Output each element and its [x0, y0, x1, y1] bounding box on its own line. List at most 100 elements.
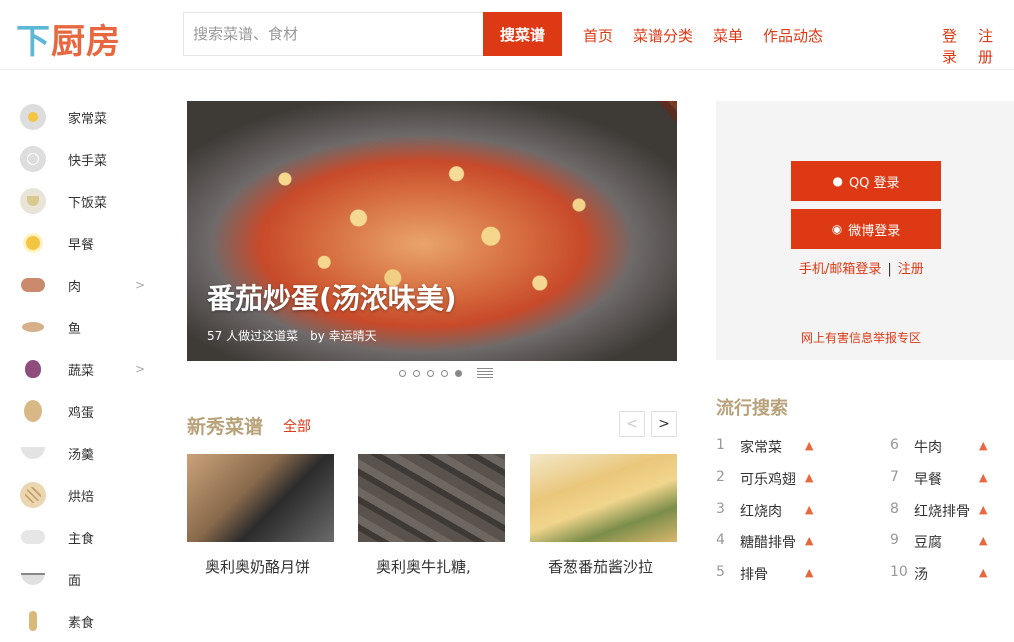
- sidebar-item-soup[interactable]: 汤羹: [0, 432, 160, 474]
- prev-arrow-button[interactable]: <: [619, 411, 645, 437]
- hero-title[interactable]: 番茄炒蛋(汤浓味美): [207, 277, 457, 317]
- trending-item[interactable]: 10 汤 ▲: [890, 564, 1000, 588]
- qq-login-label: QQ 登录: [848, 175, 900, 191]
- recipe-thumbnail[interactable]: [530, 454, 677, 542]
- weibo-icon: ◉: [831, 222, 843, 236]
- sidebar-item-label: 蔬菜: [68, 363, 95, 379]
- weibo-login-button[interactable]: ◉ 微博登录: [791, 209, 941, 249]
- trending-item[interactable]: 9 豆腐 ▲: [890, 532, 1000, 556]
- trending-keyword[interactable]: 豆腐: [914, 532, 942, 552]
- separator: |: [887, 262, 892, 277]
- trending-item[interactable]: 3 红烧肉 ▲: [716, 501, 826, 525]
- sidebar-item-vegetables[interactable]: 蔬菜 >: [0, 348, 160, 390]
- trending-rank: 9: [890, 532, 899, 548]
- trending-item[interactable]: 4 糖醋排骨 ▲: [716, 532, 826, 556]
- carousel-dot[interactable]: [399, 370, 406, 377]
- pig-icon: [20, 272, 46, 298]
- arrow-up-icon: ▲: [805, 503, 814, 516]
- qq-icon: ●: [832, 174, 843, 188]
- waffle-icon: [20, 482, 46, 508]
- trending-item[interactable]: 1 家常菜 ▲: [716, 437, 826, 461]
- trending-keyword[interactable]: 排骨: [740, 564, 768, 584]
- trending-keyword[interactable]: 早餐: [914, 469, 942, 489]
- trending-keyword[interactable]: 红烧肉: [740, 501, 782, 521]
- trending-item[interactable]: 2 可乐鸡翅 ▲: [716, 469, 826, 493]
- qq-login-button[interactable]: ● QQ 登录: [791, 161, 941, 201]
- nav-categories[interactable]: 菜谱分类: [633, 25, 693, 46]
- sidebar-item-breakfast[interactable]: 早餐: [0, 222, 160, 264]
- trending-keyword[interactable]: 牛肉: [914, 437, 942, 457]
- nav-activity[interactable]: 作品动态: [763, 25, 823, 46]
- search-button[interactable]: 搜菜谱: [483, 12, 562, 56]
- trending-item[interactable]: 7 早餐 ▲: [890, 469, 1000, 493]
- egg-icon: [20, 398, 46, 424]
- recipe-caption[interactable]: 香葱番茄酱沙拉: [530, 556, 677, 577]
- sidebar-item-baking[interactable]: 烘焙: [0, 474, 160, 516]
- sidebar-item-label: 主食: [68, 531, 95, 547]
- sidebar-item-home-cooking[interactable]: 家常菜: [0, 96, 160, 138]
- next-arrow-button[interactable]: >: [651, 411, 677, 437]
- sidebar-item-quick[interactable]: 快手菜: [0, 138, 160, 180]
- sidebar-item-label: 鸡蛋: [68, 405, 95, 421]
- recipe-caption[interactable]: 奥利奥牛扎糖,: [358, 556, 505, 577]
- arrow-up-icon: ▲: [979, 471, 988, 484]
- arrow-up-icon: ▲: [979, 439, 988, 452]
- arrow-up-icon: ▲: [979, 534, 988, 547]
- trending-keyword[interactable]: 糖醋排骨: [740, 532, 796, 552]
- sidebar-item-label: 家常菜: [68, 111, 108, 127]
- register-link[interactable]: 注册: [978, 25, 1002, 67]
- trending-keyword[interactable]: 家常菜: [740, 437, 782, 457]
- recipe-thumbnail[interactable]: [358, 454, 505, 542]
- hero-carousel[interactable]: 番茄炒蛋(汤浓味美) 57 人做过这道菜 by 幸运晴天: [187, 101, 677, 361]
- sidebar-item-rice-dishes[interactable]: 下饭菜: [0, 180, 160, 222]
- hero-author[interactable]: by 幸运晴天: [310, 329, 377, 343]
- login-panel: ● QQ 登录 ◉ 微博登录 手机/邮箱登录 | 注册 网上有害信息举报专区: [716, 101, 1014, 360]
- report-link[interactable]: 网上有害信息举报专区: [801, 329, 921, 346]
- fried-egg-icon: [20, 104, 46, 130]
- nav-home[interactable]: 首页: [583, 25, 613, 46]
- trending-item[interactable]: 5 排骨 ▲: [716, 564, 826, 588]
- recipe-thumbnail[interactable]: [187, 454, 334, 542]
- arrow-up-icon: ▲: [805, 471, 814, 484]
- search-input[interactable]: [184, 13, 483, 55]
- recipe-card[interactable]: 香葱番茄酱沙拉: [530, 454, 677, 577]
- sidebar-item-noodles[interactable]: 面: [0, 558, 160, 600]
- sidebar-item-label: 早餐: [68, 237, 95, 253]
- sidebar-item-label: 烘焙: [68, 489, 95, 505]
- sidebar-item-eggs[interactable]: 鸡蛋: [0, 390, 160, 432]
- trending-rank: 10: [890, 564, 908, 580]
- sidebar-item-label: 快手菜: [68, 153, 108, 169]
- trending-keyword[interactable]: 红烧排骨: [914, 501, 970, 521]
- new-recipes-all-link[interactable]: 全部: [283, 416, 311, 436]
- sidebar-item-vegetarian[interactable]: 素食: [0, 600, 160, 642]
- carousel-dot[interactable]: [427, 370, 434, 377]
- trending-item[interactable]: 6 牛肉 ▲: [890, 437, 1000, 461]
- list-icon[interactable]: [477, 368, 493, 380]
- sidebar-item-fish[interactable]: 鱼: [0, 306, 160, 348]
- sidebar-item-meat[interactable]: 肉 >: [0, 264, 160, 306]
- search-box: [183, 12, 483, 56]
- carousel-dot[interactable]: [441, 370, 448, 377]
- recipe-card[interactable]: 奥利奥奶酪月饼: [187, 454, 334, 577]
- trending-keyword[interactable]: 汤: [914, 564, 928, 584]
- carousel-dot[interactable]: [413, 370, 420, 377]
- weibo-login-label: 微博登录: [848, 223, 901, 239]
- phone-email-login-link[interactable]: 手机/邮箱登录: [799, 262, 881, 277]
- recipe-caption[interactable]: 奥利奥奶酪月饼: [187, 556, 334, 577]
- login-link[interactable]: 登录: [942, 25, 966, 67]
- sidebar-item-staples[interactable]: 主食: [0, 516, 160, 558]
- logo[interactable]: 下厨房: [16, 14, 121, 63]
- fish-icon: [20, 314, 46, 340]
- carousel-dot-active[interactable]: [455, 370, 462, 377]
- trending-item[interactable]: 8 红烧排骨 ▲: [890, 501, 1000, 525]
- panel-register-link[interactable]: 注册: [898, 262, 924, 277]
- sidebar-item-label: 下饭菜: [68, 195, 108, 211]
- trending-keyword[interactable]: 可乐鸡翅: [740, 469, 796, 489]
- login-links: 手机/邮箱登录 | 注册: [799, 258, 924, 277]
- chevron-right-icon: >: [135, 362, 146, 376]
- nav-menus[interactable]: 菜单: [713, 25, 743, 46]
- noodles-icon: [20, 566, 46, 592]
- auth-links: 登录 注册: [942, 25, 1014, 67]
- recipe-card[interactable]: 奥利奥牛扎糖,: [358, 454, 505, 577]
- trending-rank: 3: [716, 501, 725, 517]
